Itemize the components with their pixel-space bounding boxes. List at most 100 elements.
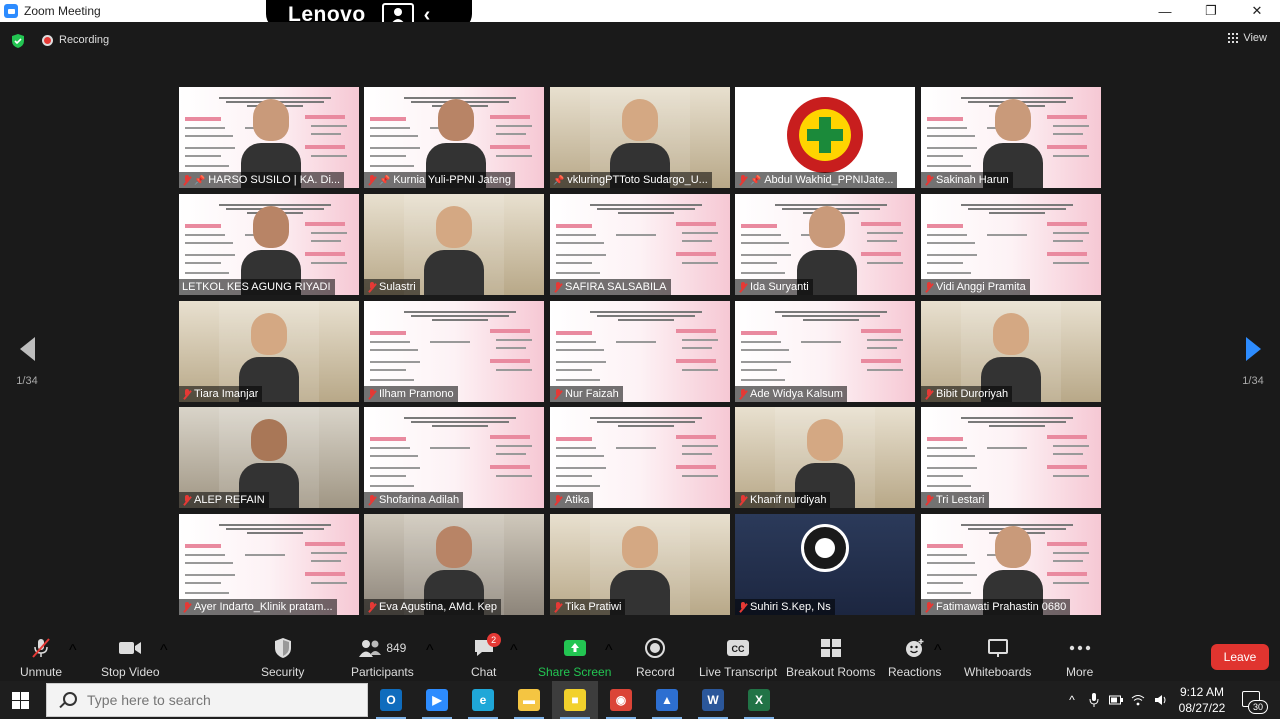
sticky-notes-icon[interactable]: ■	[552, 681, 598, 719]
participant-video-tile[interactable]: LETKOL KES AGUNG RIYADI	[179, 194, 359, 295]
participant-video-tile[interactable]: Ida Suryanti	[735, 194, 915, 295]
windows-taskbar: O▶e▬■◉▲WX ^ 9:12 AM 08/27/22 30	[0, 681, 1280, 719]
audio-options-caret[interactable]: ^	[69, 642, 77, 660]
participant-video-tile[interactable]: Eva Agustina, AMd. Kep	[364, 514, 544, 615]
participant-name: Tiara Imanjar	[194, 388, 259, 400]
participant-video-tile[interactable]: Atika	[550, 407, 730, 508]
participant-video-tile[interactable]: ALEP REFAIN	[179, 407, 359, 508]
edge-icon[interactable]: e	[460, 681, 506, 719]
window-title: Zoom Meeting	[24, 4, 101, 18]
leave-button[interactable]: Leave	[1211, 644, 1269, 670]
participant-name: Tika Pratiwi	[565, 601, 622, 613]
microphone-muted-icon	[32, 638, 50, 658]
muted-microphone-icon	[738, 601, 748, 613]
minimize-button[interactable]: —	[1142, 0, 1188, 22]
file-explorer-icon[interactable]: ▬	[506, 681, 552, 719]
search-input[interactable]	[87, 692, 357, 708]
share-screen-button[interactable]: Share Screen	[538, 637, 611, 679]
previous-page-nav[interactable]: 1/34	[12, 337, 42, 387]
participant-name: Eva Agustina, AMd. Kep	[379, 601, 498, 613]
muted-microphone-icon	[738, 494, 748, 506]
breakout-rooms-label: Breakout Rooms	[786, 665, 876, 679]
record-button[interactable]: Record	[636, 637, 675, 679]
participant-name-bar: 📌 vkluringPTToto Sudargo_U...	[550, 172, 712, 188]
video-options-caret[interactable]: ^	[160, 642, 168, 660]
whiteboards-button[interactable]: Whiteboards	[964, 637, 1031, 679]
participant-video-tile[interactable]: 📌 vkluringPTToto Sudargo_U...	[550, 87, 730, 188]
participant-name-bar: Ayer Indarto_Klinik pratam...	[179, 599, 337, 615]
participant-video-tile[interactable]: 📌 Kurnia Yuli-PPNI Jateng	[364, 87, 544, 188]
chat-options-caret[interactable]: ^	[510, 642, 518, 660]
share-screen-icon	[563, 640, 586, 656]
muted-microphone-icon	[367, 494, 377, 506]
participants-button[interactable]: 849 Participants	[351, 637, 414, 679]
participant-video-tile[interactable]: Ilham Pramono	[364, 301, 544, 402]
battery-icon[interactable]	[1108, 681, 1124, 719]
participant-video-tile[interactable]: Khanif nurdiyah	[735, 407, 915, 508]
outlook-icon[interactable]: O	[368, 681, 414, 719]
participants-icon	[359, 640, 382, 657]
pin-icon: 📌	[194, 174, 206, 185]
stop-video-button[interactable]: Stop Video	[101, 637, 160, 679]
participant-name: Sakinah Harun	[936, 174, 1009, 186]
participant-video-tile[interactable]: 📌 HARSO SUSILO | KA. Di...	[179, 87, 359, 188]
close-button[interactable]: ✕	[1234, 0, 1280, 22]
recording-indicator[interactable]: Recording	[42, 32, 109, 48]
more-button[interactable]: More	[1066, 637, 1093, 679]
microphone-tray-icon[interactable]	[1086, 681, 1102, 719]
wifi-icon[interactable]	[1130, 681, 1146, 719]
participant-video-tile[interactable]: Suhiri S.Kep, Ns	[735, 514, 915, 615]
participant-video-tile[interactable]: Bibit Duroriyah	[921, 301, 1101, 402]
participant-video-tile[interactable]: Sakinah Harun	[921, 87, 1101, 188]
record-label: Record	[636, 665, 675, 679]
show-hidden-icons-chevron-icon[interactable]: ^	[1064, 681, 1080, 719]
word-icon[interactable]: W	[690, 681, 736, 719]
participant-name: Ayer Indarto_Klinik pratam...	[194, 601, 333, 613]
muted-microphone-icon	[924, 388, 934, 400]
share-options-caret[interactable]: ^	[605, 642, 613, 660]
unmute-button[interactable]: Unmute	[20, 637, 62, 679]
reactions-options-caret[interactable]: ^	[934, 642, 942, 660]
participant-name: Ida Suryanti	[750, 281, 809, 293]
participant-video-tile[interactable]: Shofarina Adilah	[364, 407, 544, 508]
breakout-rooms-button[interactable]: Breakout Rooms	[786, 637, 875, 679]
windows-start-icon[interactable]	[12, 692, 29, 709]
participant-video-tile[interactable]: Sulastri	[364, 194, 544, 295]
participant-name-bar: Ilham Pramono	[364, 386, 458, 402]
participant-video-tile[interactable]: Ayer Indarto_Klinik pratam...	[179, 514, 359, 615]
participant-video-tile[interactable]: Nur Faizah	[550, 301, 730, 402]
participant-name-bar: Vidi Anggi Pramita	[921, 279, 1030, 295]
photos-icon[interactable]: ▲	[644, 681, 690, 719]
volume-icon[interactable]	[1152, 681, 1170, 719]
notification-count-badge: 30	[1248, 700, 1268, 714]
participant-video-tile[interactable]: SAFIRA SALSABILA	[550, 194, 730, 295]
muted-microphone-icon	[182, 388, 192, 400]
participants-options-caret[interactable]: ^	[426, 642, 434, 660]
chat-button[interactable]: 2 Chat	[471, 633, 501, 679]
taskbar-clock[interactable]: 9:12 AM 08/27/22	[1172, 684, 1232, 716]
muted-microphone-icon	[367, 601, 377, 613]
zoom-icon[interactable]: ▶	[414, 681, 460, 719]
next-page-nav[interactable]: 1/34	[1238, 337, 1268, 387]
participant-video-tile[interactable]: Ade Widya Kalsum	[735, 301, 915, 402]
view-button[interactable]: View	[1228, 32, 1267, 44]
restore-button[interactable]: ❐	[1188, 0, 1234, 22]
excel-icon[interactable]: X	[736, 681, 782, 719]
encryption-shield-icon[interactable]	[11, 34, 25, 48]
participant-video-tile[interactable]: Fatimawati Prahastin 0680	[921, 514, 1101, 615]
participant-name: LETKOL KES AGUNG RIYADI	[182, 281, 331, 293]
participant-video-tile[interactable]: 📌 Abdul Wakhid_PPNIJate...	[735, 87, 915, 188]
zoom-meeting-screen: Zoom Meeting — ❐ ✕ Lenovo ‹ Recording Vi…	[0, 0, 1280, 719]
participant-video-tile[interactable]: Tika Pratiwi	[550, 514, 730, 615]
whiteboard-icon	[987, 639, 1008, 657]
right-arrow-icon[interactable]	[1245, 337, 1261, 361]
left-arrow-icon[interactable]	[19, 337, 35, 361]
participant-video-tile[interactable]: Vidi Anggi Pramita	[921, 194, 1101, 295]
participant-video-tile[interactable]: Tri Lestari	[921, 407, 1101, 508]
taskbar-search[interactable]	[46, 683, 368, 717]
chrome-icon[interactable]: ◉	[598, 681, 644, 719]
share-screen-label: Share Screen	[538, 665, 612, 679]
live-transcript-button[interactable]: CC Live Transcript	[699, 637, 777, 679]
security-button[interactable]: Security	[261, 637, 304, 679]
participant-video-tile[interactable]: Tiara Imanjar	[179, 301, 359, 402]
